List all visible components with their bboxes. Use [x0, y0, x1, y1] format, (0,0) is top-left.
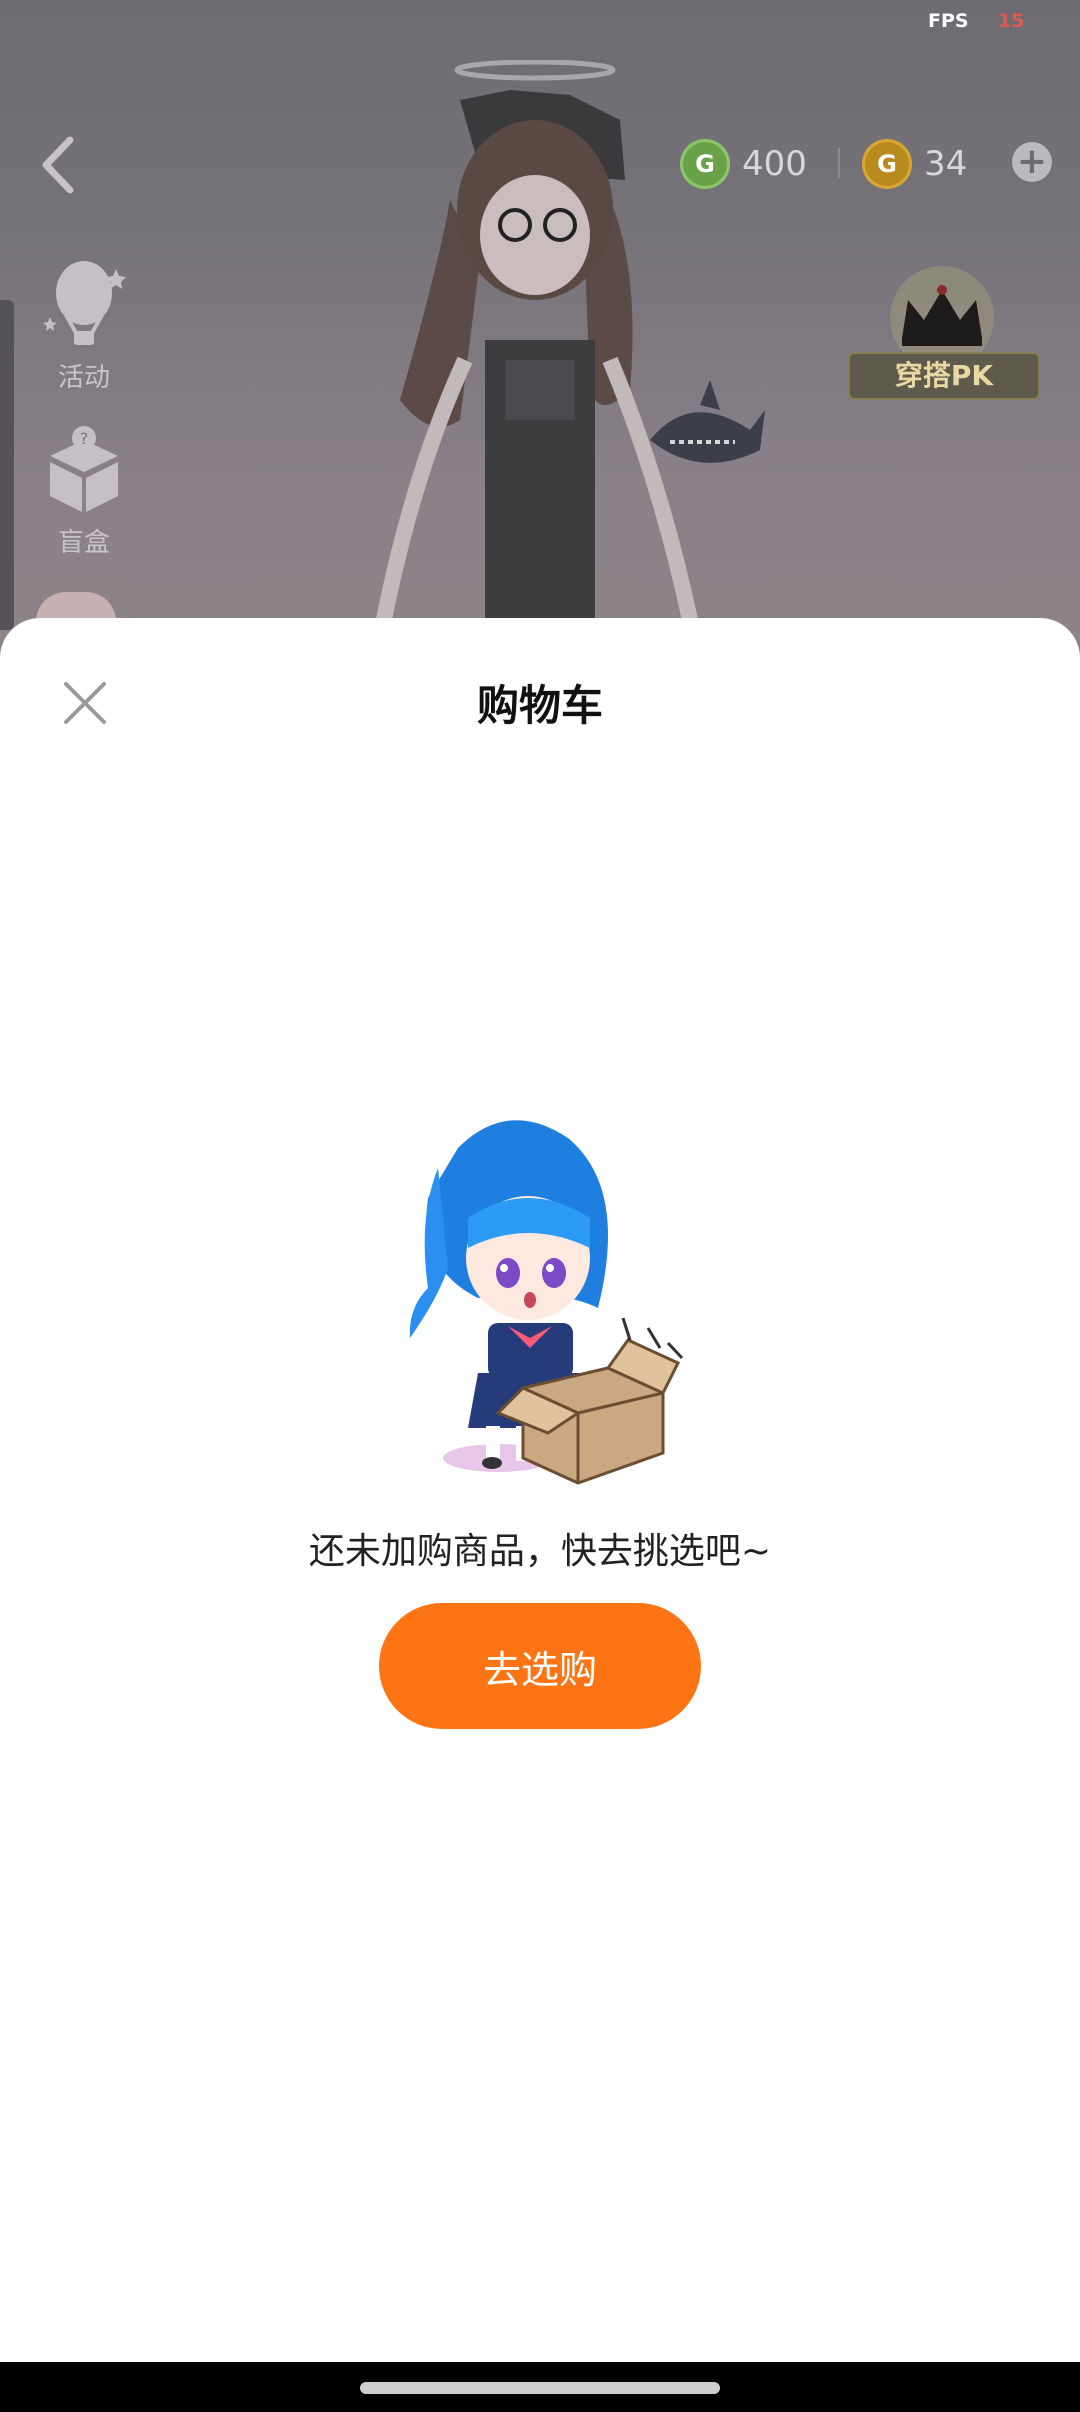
green-coin-icon: G — [680, 139, 730, 189]
plus-icon: + — [1016, 141, 1048, 182]
svg-text:?: ? — [80, 429, 89, 448]
empty-cart-illustration — [398, 1108, 688, 1498]
mystery-box-icon: ? — [50, 426, 118, 512]
go-shopping-button[interactable]: 去选购 — [379, 1603, 701, 1729]
sidebar-item-label: 活动 — [57, 363, 110, 393]
system-nav-bar — [0, 2362, 1080, 2412]
currency-divider — [838, 148, 840, 178]
sidebar-item-activity[interactable]: 活动 — [36, 255, 132, 394]
gold-coin-icon: G — [862, 139, 912, 189]
sidebar-item-blindbox[interactable]: ? 盲盒 — [36, 420, 132, 559]
hot-air-balloon-icon — [43, 261, 126, 345]
outfit-pk-button[interactable]: 穿搭PK — [848, 260, 1040, 410]
girl-with-box-icon — [409, 1120, 684, 1485]
currency-green: G 400 — [680, 138, 807, 190]
cart-sheet: 购物车 还未加购商品，快去挑选吧~ 去选购 — [0, 618, 1080, 2363]
home-indicator[interactable] — [360, 2382, 720, 2394]
go-shopping-label: 去选购 — [482, 1649, 597, 1692]
currency-gold-value: 34 — [924, 144, 968, 184]
sidebar-item-label: 盲盒 — [57, 528, 110, 558]
fps-label: FPS — [928, 10, 969, 32]
side-rail — [0, 300, 14, 630]
currency-gold: G 34 — [862, 138, 967, 190]
empty-cart-message: 还未加购商品，快去挑选吧~ — [308, 1531, 772, 1572]
chevron-left-icon — [42, 136, 74, 194]
fps-value: 15 — [998, 10, 1025, 32]
background-scene: FPS 15 G 400 G 34 + 活动 ? 盲盒 穿搭PK — [0, 0, 1080, 700]
sheet-title: 购物车 — [476, 681, 603, 730]
shark-pet-icon — [650, 380, 765, 463]
currency-green-value: 400 — [742, 144, 807, 184]
back-button[interactable] — [34, 130, 84, 200]
outfit-pk-label: 穿搭PK — [848, 352, 1040, 400]
add-currency-button[interactable]: + — [1012, 142, 1052, 182]
